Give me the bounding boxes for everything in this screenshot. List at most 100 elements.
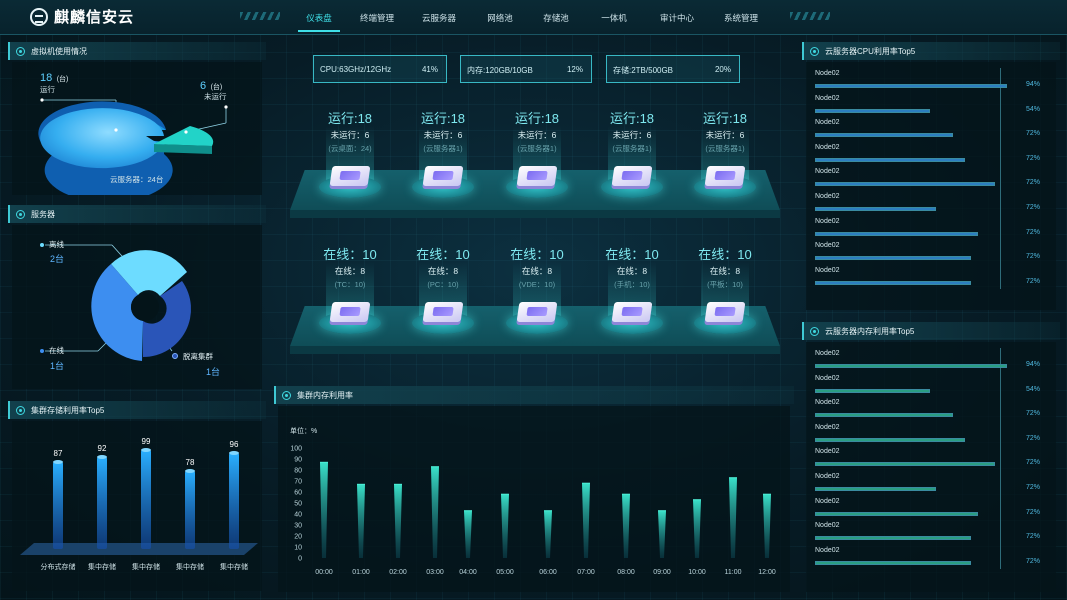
cluster-mem-title: 集群内存利用率 xyxy=(274,386,794,404)
panel-icon xyxy=(810,326,819,336)
storage-bar xyxy=(53,462,63,549)
storage-bar-cap xyxy=(97,455,107,459)
cpu-top5-row-name: Node02 xyxy=(815,94,840,102)
cluster-mem-bar-chart: 100908070605040302010000:00 01:00 02:00 03:… xyxy=(290,446,776,577)
cpu-top5-row-bar xyxy=(815,182,995,187)
server-node-main: 运行:18 xyxy=(420,111,466,126)
storage-bar-label: 87 xyxy=(54,449,63,458)
mem-top5-row-fill xyxy=(816,389,929,392)
cpu-top5-row-bar xyxy=(815,256,971,261)
cpu-top5-row-name: Node02 xyxy=(815,70,840,77)
servers-title: 服务器 xyxy=(8,205,266,223)
server-node-main: 运行:18 xyxy=(702,111,748,126)
cpu-top5-row-bar xyxy=(815,133,953,138)
cpu-top5-row-name: Node02 xyxy=(815,266,840,274)
servers-offline-value: 2台 xyxy=(50,254,65,264)
cpu-top5-row-fill xyxy=(816,257,970,260)
cpu-top5-row-value: 72% xyxy=(1026,154,1041,162)
tab-cloud-server[interactable]: 云服务器 xyxy=(406,0,472,34)
mem-top5-row-bar xyxy=(815,487,936,491)
mem-top5-row-bar xyxy=(815,388,930,393)
cpu-stat-pct: 41% xyxy=(421,65,438,74)
storage-category-label: 分布式存储 xyxy=(41,562,76,571)
terminal-device-icon xyxy=(329,302,371,322)
storage-category-label: 集中存储 xyxy=(132,562,160,571)
cpu-top5-row-value: 72% xyxy=(1026,204,1041,211)
logo-icon xyxy=(30,7,48,26)
mem-stat-pct: 12% xyxy=(566,65,583,74)
tab-system[interactable]: 系统管理 xyxy=(710,0,772,34)
top-header: 麒麟信安云 仪表盘 终端管理 云服务器 网络池 存储池 一体机 审计中心 系统管… xyxy=(0,0,1067,35)
terminal-device-icon xyxy=(516,302,558,322)
mem-bar xyxy=(544,510,552,558)
server-device-icon xyxy=(422,166,464,186)
cpu-top5-row-name: Node02 xyxy=(815,193,840,200)
storage-category-label: 集中存储 xyxy=(176,562,204,571)
cpu-top5-row-fill xyxy=(816,208,935,210)
cpu-top5-row-bar xyxy=(815,280,971,285)
mem-bar xyxy=(658,510,666,558)
storage-bar-label: 78 xyxy=(186,458,195,467)
mem-top5-row-name: Node02 xyxy=(815,423,840,431)
cpu-top5-panel: 云服务器CPU利用率Top5 Node02 94% Node02 54% Node02 7… xyxy=(802,42,1060,312)
terminal-node-main: 在线：10 xyxy=(323,247,377,262)
mem-y-tick: 10 xyxy=(294,545,302,552)
cpu-top5-row-name: Node02 xyxy=(815,119,840,127)
mem-x-tick: 08:00 xyxy=(617,569,635,576)
mem-x-tick: 06:00 xyxy=(539,569,557,576)
mem-top5-row-name: Node02 xyxy=(815,497,840,505)
mem-stat-label: 内存:120GB/10GB xyxy=(467,66,533,75)
header-deco-left xyxy=(240,12,280,20)
tab-terminal[interactable]: 终端管理 xyxy=(348,0,406,34)
storage-bar-cap xyxy=(53,460,63,464)
servers-online-label: 在线 xyxy=(40,345,64,356)
terminal-node-main: 在线：10 xyxy=(416,247,470,262)
storage-stat-box: 存储:2TB/500GB 20% xyxy=(606,55,740,83)
tab-audit[interactable]: 审计中心 xyxy=(644,0,710,34)
terminal-device-icon xyxy=(704,302,746,322)
server-node-main: 运行:18 xyxy=(327,111,373,126)
tab-all-in-one[interactable]: 一体机 xyxy=(584,0,644,34)
cpu-stat-label: CPU:63GHz/12GHz xyxy=(320,65,392,74)
mem-y-tick: 60 xyxy=(294,490,302,497)
mem-y-tick: 0 xyxy=(298,556,302,563)
mem-top5-row-fill xyxy=(816,463,994,466)
tab-dashboard[interactable]: 仪表盘 xyxy=(290,0,348,34)
cpu-top5-row-name: Node02 xyxy=(815,143,840,151)
storage-bar-cap xyxy=(229,451,239,455)
cpu-top5-row-bar xyxy=(815,207,936,211)
mem-top5-row-name: Node02 xyxy=(815,399,840,407)
server-node-main: 运行:18 xyxy=(514,111,560,126)
storage-bar-cap xyxy=(141,448,151,452)
cpu-top5-row-fill xyxy=(816,158,964,161)
mem-top5-row-fill xyxy=(816,561,970,564)
terminal-node-main: 在线：10 xyxy=(605,247,659,262)
mem-bar xyxy=(729,477,737,558)
legend-dot-detached xyxy=(172,353,178,359)
storage-top5-panel: 集群存储利用率Top5 87 分布式存储 92 集中存储 99 集中存储 78 集中存储 96 集… xyxy=(8,401,266,593)
panel-icon xyxy=(282,390,291,400)
mem-y-tick: 90 xyxy=(294,457,302,464)
terminal-node-main: 在线：10 xyxy=(510,247,564,262)
main-nav: 仪表盘 终端管理 云服务器 网络池 存储池 一体机 审计中心 系统管理 xyxy=(290,0,772,34)
server-device-icon xyxy=(704,166,746,186)
panel-icon xyxy=(810,46,819,56)
mem-top5-row-fill xyxy=(816,365,1006,367)
cpu-top5-row-fill xyxy=(816,109,929,112)
mem-x-tick: 07:00 xyxy=(577,569,595,576)
storage-category-label: 集中存储 xyxy=(220,562,248,571)
mem-x-tick: 04:00 xyxy=(459,569,477,576)
mem-x-tick: 12:00 xyxy=(758,569,776,576)
cpu-top5-row-value: 72% xyxy=(1026,179,1041,187)
mem-y-tick: 40 xyxy=(294,512,302,519)
tab-storage-pool[interactable]: 存储池 xyxy=(528,0,584,34)
mem-top5-row-value: 72% xyxy=(1026,434,1041,442)
mem-x-tick: 02:00 xyxy=(389,569,407,576)
mem-top5-row-bar xyxy=(815,437,965,442)
mem-top5-row-value: 72% xyxy=(1026,557,1041,565)
mem-top5-row-fill xyxy=(816,537,970,540)
tab-network-pool[interactable]: 网络池 xyxy=(472,0,528,34)
mem-x-tick: 03:00 xyxy=(426,569,444,576)
mem-top5-row-bar xyxy=(815,462,995,467)
app-title: 麒麟信安云 xyxy=(54,9,135,26)
